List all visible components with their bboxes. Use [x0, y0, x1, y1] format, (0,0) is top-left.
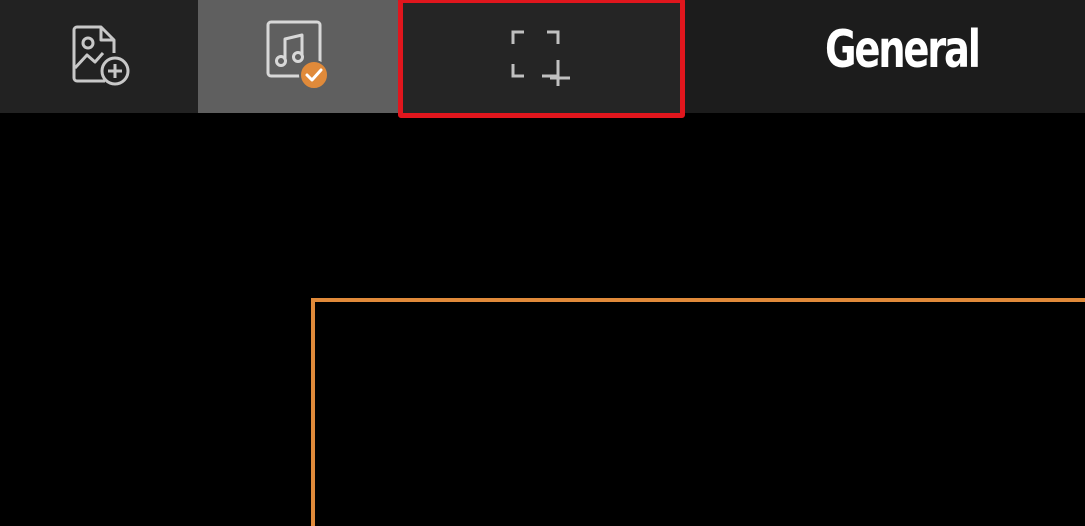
check-badge-icon	[299, 59, 329, 90]
music-file-icon	[266, 20, 329, 90]
top-toolbar: General	[0, 0, 1085, 118]
header-title-area: General	[685, 0, 1085, 113]
add-audio-button[interactable]	[198, 0, 398, 113]
selection-frame[interactable]	[311, 298, 1085, 526]
add-image-button[interactable]	[0, 0, 198, 113]
add-crop-region-button[interactable]	[398, 0, 685, 118]
app-window: General	[0, 0, 1085, 526]
image-add-icon	[72, 25, 130, 85]
crop-add-icon	[511, 30, 570, 86]
page-title: General	[825, 20, 981, 80]
